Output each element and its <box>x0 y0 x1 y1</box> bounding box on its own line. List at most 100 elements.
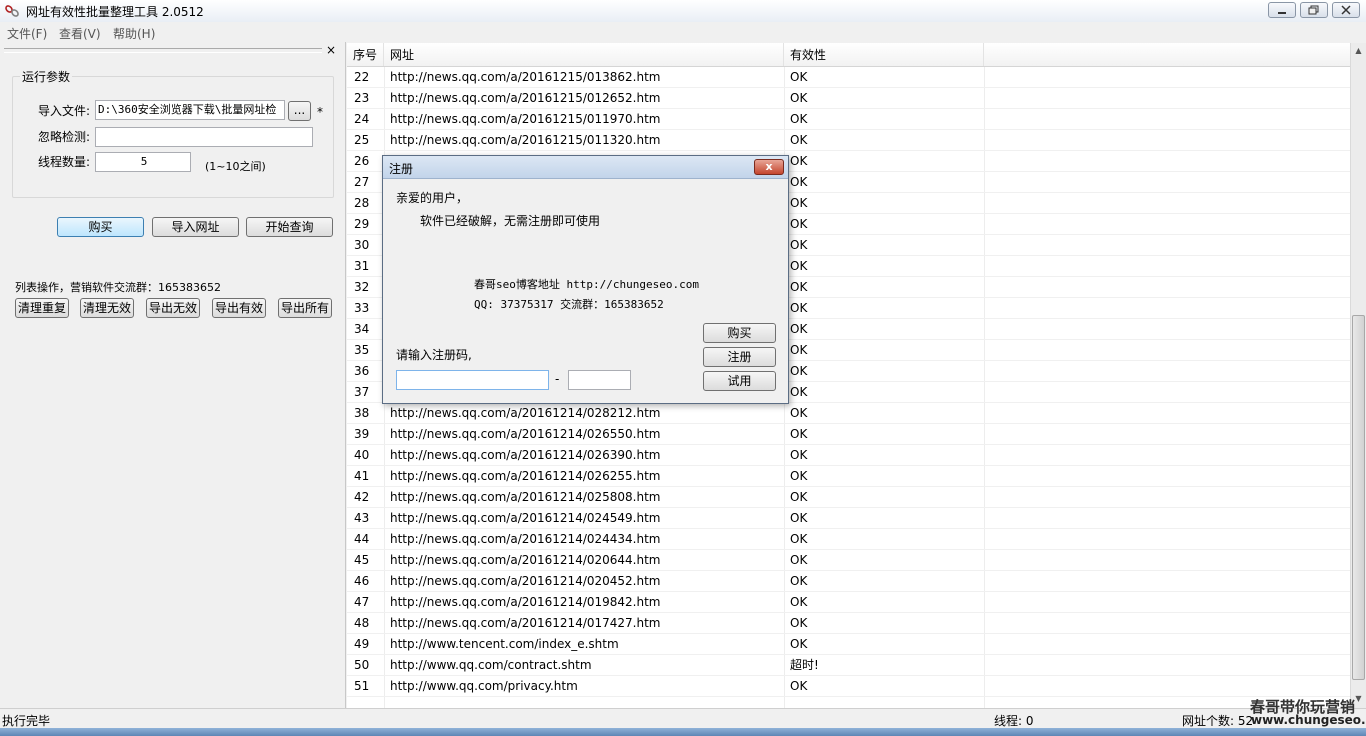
menu-file[interactable]: 文件(F) <box>7 25 47 42</box>
panel-grip[interactable] <box>4 48 322 53</box>
row-status: OK <box>790 385 808 399</box>
row-status: OK <box>790 280 808 294</box>
table-row[interactable]: 45 http://news.qq.com/a/20161214/020644.h… <box>347 550 1350 571</box>
table-row[interactable]: 49 http://www.tencent.com/index_e.shtm OK <box>347 634 1350 655</box>
table-row[interactable]: 40 http://news.qq.com/a/20161214/026390.h… <box>347 445 1350 466</box>
scroll-thumb[interactable] <box>1352 315 1365 680</box>
row-url: http://news.qq.com/a/20161214/026255.htm <box>390 469 661 483</box>
row-status: OK <box>790 175 808 189</box>
ignore-input[interactable] <box>95 127 313 147</box>
menu-help[interactable]: 帮助(H) <box>113 25 155 42</box>
export-invalid-button[interactable]: 导出无效 <box>146 298 200 318</box>
import-file-input[interactable]: D:\360安全浏览器下载\批量网址检 <box>95 100 285 120</box>
column-header-index[interactable]: 序号 <box>347 43 384 66</box>
row-url: http://news.qq.com/a/20161215/013862.htm <box>390 70 661 84</box>
register-code-input-2[interactable] <box>568 370 631 390</box>
row-url: http://news.qq.com/a/20161214/024434.htm <box>390 532 661 546</box>
dialog-close-icon[interactable]: x <box>754 159 784 175</box>
dialog-contact: QQ: 37375317 交流群：165383652 <box>474 298 664 311</box>
row-url: http://news.qq.com/a/20161215/012652.htm <box>390 91 661 105</box>
row-index: 42 <box>354 490 370 504</box>
panel-close-icon[interactable]: × <box>326 43 336 57</box>
table-row[interactable]: 51 http://www.qq.com/privacy.htm OK <box>347 676 1350 697</box>
table-row[interactable]: 22 http://news.qq.com/a/20161215/013862.h… <box>347 67 1350 88</box>
export-valid-button[interactable]: 导出有效 <box>212 298 266 318</box>
code-separator: - <box>555 372 560 386</box>
table-row[interactable]: 23 http://news.qq.com/a/20161215/012652.h… <box>347 88 1350 109</box>
row-index: 40 <box>354 448 370 462</box>
table-row[interactable]: 46 http://news.qq.com/a/20161214/020452.h… <box>347 571 1350 592</box>
vertical-scrollbar[interactable]: ▲ ▼ <box>1350 43 1366 708</box>
row-url: http://news.qq.com/a/20161214/026550.htm <box>390 427 661 441</box>
close-button[interactable] <box>1332 2 1360 18</box>
register-prompt: 请输入注册码, <box>396 348 472 362</box>
dialog-trial-button[interactable]: 试用 <box>703 371 776 391</box>
register-code-input-1[interactable] <box>396 370 549 390</box>
scroll-up-icon[interactable]: ▲ <box>1351 43 1366 59</box>
dialog-title-bar: 注册 x <box>383 156 788 179</box>
table-row[interactable]: 25 http://news.qq.com/a/20161215/011320.h… <box>347 130 1350 151</box>
table-row[interactable]: 24 http://news.qq.com/a/20161215/011970.h… <box>347 109 1350 130</box>
menu-view[interactable]: 查看(V) <box>59 25 101 42</box>
table-row[interactable]: 50 http://www.qq.com/contract.shtm 超时! <box>347 655 1350 676</box>
table-row[interactable]: 44 http://news.qq.com/a/20161214/024434.h… <box>347 529 1350 550</box>
row-index: 38 <box>354 406 370 420</box>
clean-invalid-button[interactable]: 清理无效 <box>80 298 134 318</box>
maximize-button[interactable] <box>1300 2 1328 18</box>
row-index: 30 <box>354 238 370 252</box>
export-all-button[interactable]: 导出所有 <box>278 298 332 318</box>
dialog-register-button[interactable]: 注册 <box>703 347 776 367</box>
menu-bar: 文件(F) 查看(V) 帮助(H) <box>0 22 1366 42</box>
row-index: 24 <box>354 112 370 126</box>
table-row[interactable]: 39 http://news.qq.com/a/20161214/026550.h… <box>347 424 1350 445</box>
row-status: OK <box>790 532 808 546</box>
title-bar: 网址有效性批量整理工具 2.0512 <box>0 0 1366 23</box>
row-url: http://news.qq.com/a/20161214/028212.htm <box>390 406 661 420</box>
buy-button[interactable]: 购买 <box>57 217 144 237</box>
row-url: http://www.qq.com/contract.shtm <box>390 658 592 672</box>
row-index: 39 <box>354 427 370 441</box>
required-asterisk: * <box>317 105 323 119</box>
table-row[interactable]: 42 http://news.qq.com/a/20161214/025808.h… <box>347 487 1350 508</box>
minimize-button[interactable] <box>1268 2 1296 18</box>
table-row[interactable]: 41 http://news.qq.com/a/20161214/026255.h… <box>347 466 1350 487</box>
threads-input[interactable]: 5 <box>95 152 191 172</box>
row-url: http://www.qq.com/privacy.htm <box>390 679 578 693</box>
status-text: 执行完毕 <box>2 714 51 728</box>
row-index: 27 <box>354 175 370 189</box>
minimize-icon <box>1278 12 1286 14</box>
row-status: OK <box>790 448 808 462</box>
column-header-url[interactable]: 网址 <box>384 43 784 66</box>
table-row[interactable]: 47 http://news.qq.com/a/20161214/019842.h… <box>347 592 1350 613</box>
column-header-validity[interactable]: 有效性 <box>784 43 984 66</box>
ignore-label: 忽略检测: <box>38 130 91 144</box>
close-icon <box>1341 5 1351 15</box>
import-file-label: 导入文件: <box>38 104 91 118</box>
table-row[interactable]: 48 http://news.qq.com/a/20161214/017427.h… <box>347 613 1350 634</box>
table-row[interactable]: 43 http://news.qq.com/a/20161214/024549.h… <box>347 508 1350 529</box>
row-index: 43 <box>354 511 370 525</box>
row-index: 47 <box>354 595 370 609</box>
taskbar <box>0 728 1366 736</box>
row-status: OK <box>790 322 808 336</box>
browse-button[interactable]: ... <box>288 101 311 121</box>
table-row[interactable]: 38 http://news.qq.com/a/20161214/028212.h… <box>347 403 1350 424</box>
window-title: 网址有效性批量整理工具 2.0512 <box>26 5 204 19</box>
row-url: http://news.qq.com/a/20161214/025808.htm <box>390 490 661 504</box>
clean-duplicates-button[interactable]: 清理重复 <box>15 298 69 318</box>
status-bar: 执行完毕 线程: 0 网址个数: 52 <box>0 708 1366 729</box>
row-status: 超时! <box>790 658 819 672</box>
row-status: OK <box>790 343 808 357</box>
start-query-button[interactable]: 开始查询 <box>246 217 333 237</box>
row-index: 45 <box>354 553 370 567</box>
threads-label: 线程数量: <box>38 155 91 169</box>
dialog-buy-button[interactable]: 购买 <box>703 323 776 343</box>
maximize-icon <box>1308 5 1319 15</box>
row-url: http://news.qq.com/a/20161214/017427.htm <box>390 616 661 630</box>
row-index: 29 <box>354 217 370 231</box>
row-index: 25 <box>354 133 370 147</box>
row-url: http://news.qq.com/a/20161214/019842.htm <box>390 595 661 609</box>
left-panel: × 运行参数 导入文件: D:\360安全浏览器下载\批量网址检 ... * 忽… <box>0 42 346 708</box>
import-urls-button[interactable]: 导入网址 <box>152 217 239 237</box>
row-index: 46 <box>354 574 370 588</box>
